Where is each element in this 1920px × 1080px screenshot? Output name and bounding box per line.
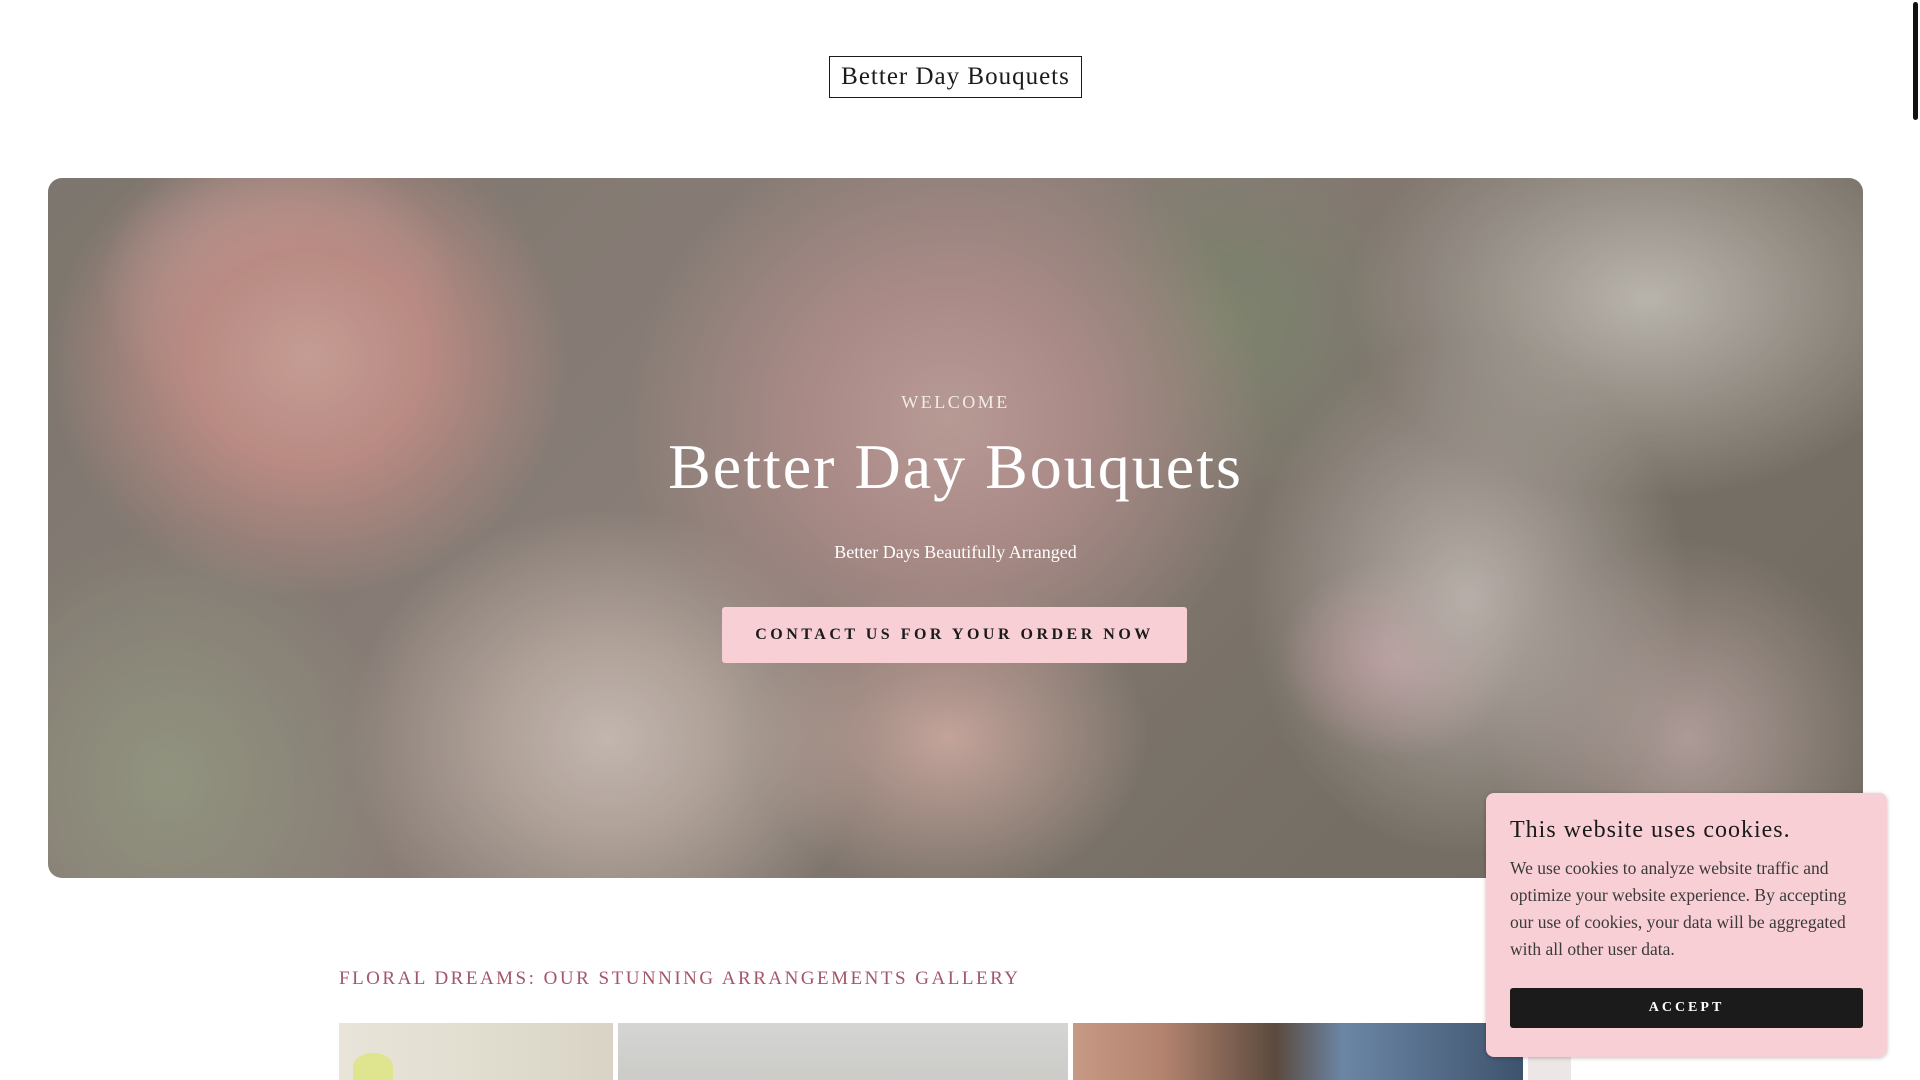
gallery-image[interactable] bbox=[339, 1023, 613, 1080]
accept-cookies-button[interactable]: ACCEPT bbox=[1510, 988, 1863, 1028]
site-logo[interactable]: Better Day Bouquets bbox=[829, 56, 1082, 98]
hero-section: WELCOME Better Day Bouquets Better Days … bbox=[48, 178, 1863, 878]
gallery-image[interactable] bbox=[1073, 1023, 1523, 1080]
hero-title: Better Day Bouquets bbox=[668, 431, 1243, 502]
gallery-heading: FLORAL DREAMS: OUR STUNNING ARRANGEMENTS… bbox=[339, 968, 1021, 989]
gallery-image[interactable] bbox=[618, 1023, 1068, 1080]
contact-order-button[interactable]: CONTACT US FOR YOUR ORDER NOW bbox=[722, 607, 1187, 663]
cookie-banner: This website uses cookies. We use cookie… bbox=[1486, 793, 1887, 1057]
scrollbar-thumb[interactable] bbox=[1913, 2, 1918, 120]
cookie-banner-title: This website uses cookies. bbox=[1510, 817, 1791, 843]
page-scrollbar[interactable] bbox=[1908, 0, 1920, 1080]
hero-eyebrow: WELCOME bbox=[901, 392, 1010, 412]
hero-content: WELCOME Better Day Bouquets Better Days … bbox=[48, 178, 1863, 878]
cookie-banner-text: We use cookies to analyze website traffi… bbox=[1510, 858, 1847, 959]
hero-subtitle: Better Days Beautifully Arranged bbox=[834, 542, 1077, 562]
